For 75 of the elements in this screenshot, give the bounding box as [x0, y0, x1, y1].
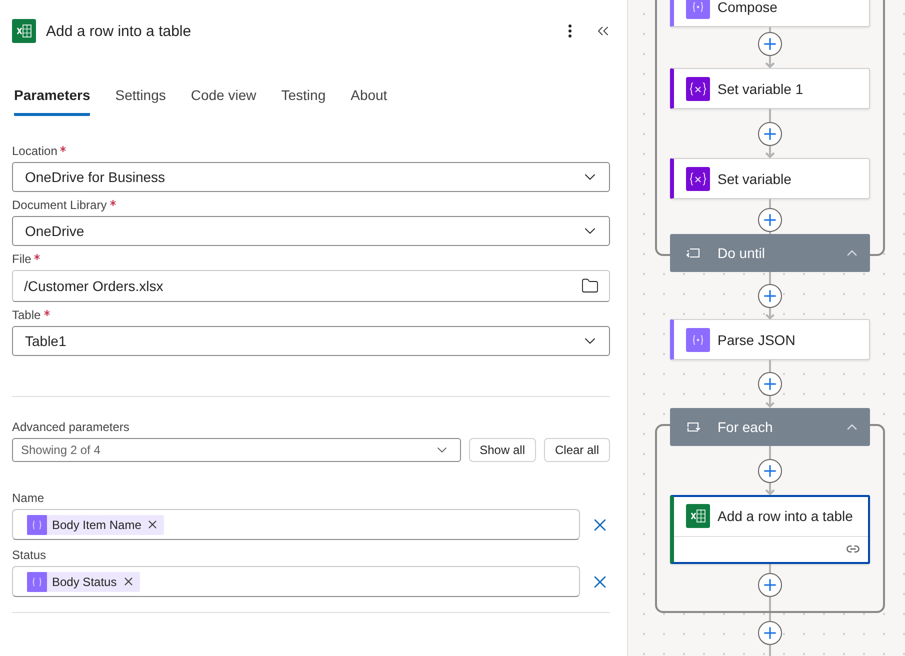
action-button[interactable]: Show all	[468, 438, 536, 462]
action-card[interactable]: Parse JSON	[670, 319, 870, 360]
field-label: Name	[12, 491, 44, 505]
loop-icon	[686, 420, 700, 433]
dropdown[interactable]: Showing 2 of 4	[12, 438, 461, 462]
tab[interactable]: Testing	[281, 87, 326, 116]
add-step-button[interactable]	[758, 458, 782, 483]
connector-arrow	[764, 146, 776, 158]
variable-icon	[686, 76, 710, 100]
tab[interactable]: About	[350, 87, 388, 116]
tab[interactable]: Settings	[115, 87, 166, 116]
action-card[interactable]: Set variable	[670, 158, 870, 199]
spreadsheet-icon	[686, 504, 710, 528]
field-label: Status	[12, 548, 46, 562]
dropdown[interactable]: OneDrive for Business	[12, 162, 610, 192]
token-chip[interactable]: Body Status	[27, 572, 140, 592]
file-field[interactable]: /Customer Orders.xlsx	[12, 270, 610, 302]
token-chip[interactable]: Body Item Name	[27, 514, 164, 534]
loop-icon	[686, 247, 700, 260]
field-label: Table	[12, 308, 41, 322]
action-card[interactable]: Compose	[670, 0, 870, 27]
connector-arrow	[764, 396, 776, 408]
variable-icon	[27, 572, 47, 592]
close-icon	[146, 518, 160, 531]
more-icon	[568, 24, 572, 38]
connector-arrow	[764, 482, 776, 495]
variable-icon	[27, 514, 47, 534]
token-field[interactable]: Body Status	[12, 566, 580, 597]
add-step-button[interactable]	[758, 372, 782, 396]
field-label: File	[12, 252, 32, 266]
connector-arrow	[764, 308, 776, 319]
action-title: Add a row into a table	[718, 508, 853, 524]
add-step-button[interactable]	[758, 122, 782, 146]
action-button[interactable]: Clear all	[544, 438, 610, 462]
dropdown[interactable]: OneDrive	[12, 216, 610, 246]
dropdown-value: OneDrive for Business	[25, 169, 166, 185]
braces-icon	[686, 0, 710, 18]
panel-title: Add a row into a table	[46, 22, 192, 40]
dropdown-value: Table1	[25, 333, 66, 349]
tab[interactable]: Code view	[190, 87, 256, 116]
section-label: Advanced parameters	[12, 420, 130, 434]
loop-title: For each	[718, 418, 774, 435]
action-card[interactable]: Set variable 1	[670, 68, 870, 109]
action-title: Set variable	[718, 170, 792, 186]
add-step-button[interactable]	[758, 572, 782, 597]
action-title: Set variable 1	[718, 80, 804, 96]
more-options-button[interactable]	[568, 24, 572, 38]
loop-header[interactable]: For each	[670, 408, 870, 446]
add-step-button[interactable]	[758, 32, 782, 56]
spreadsheet-icon	[12, 19, 36, 43]
action-title: Parse JSON	[718, 332, 796, 348]
token-label: Body Item Name	[52, 518, 142, 532]
action-title: Compose	[718, 0, 778, 14]
field-label: Location	[12, 144, 58, 158]
remove-token-button[interactable]	[146, 518, 160, 531]
dropdown-value: Showing 2 of 4	[21, 443, 100, 457]
token-field[interactable]: Body Item Name	[12, 509, 580, 540]
folder-icon[interactable]	[581, 277, 599, 295]
braces-icon	[686, 328, 710, 352]
loop-title: Do until	[718, 245, 766, 262]
add-step-button[interactable]	[758, 208, 782, 232]
tab[interactable]: Parameters	[14, 87, 90, 116]
token-label: Body Status	[52, 574, 117, 588]
add-step-button[interactable]	[758, 620, 782, 645]
field-value: /Customer Orders.xlsx	[24, 278, 164, 294]
dropdown-value: OneDrive	[25, 223, 84, 239]
close-icon	[122, 575, 135, 588]
variable-icon	[686, 166, 710, 190]
action-card[interactable]: Add a row into a table	[670, 494, 870, 564]
dropdown[interactable]: Table1	[12, 326, 610, 356]
add-step-button[interactable]	[758, 284, 782, 308]
field-label: Document Library	[12, 198, 107, 212]
connector-arrow	[764, 56, 776, 68]
loop-header[interactable]: Do until	[670, 234, 870, 272]
remove-token-button[interactable]	[122, 575, 135, 588]
